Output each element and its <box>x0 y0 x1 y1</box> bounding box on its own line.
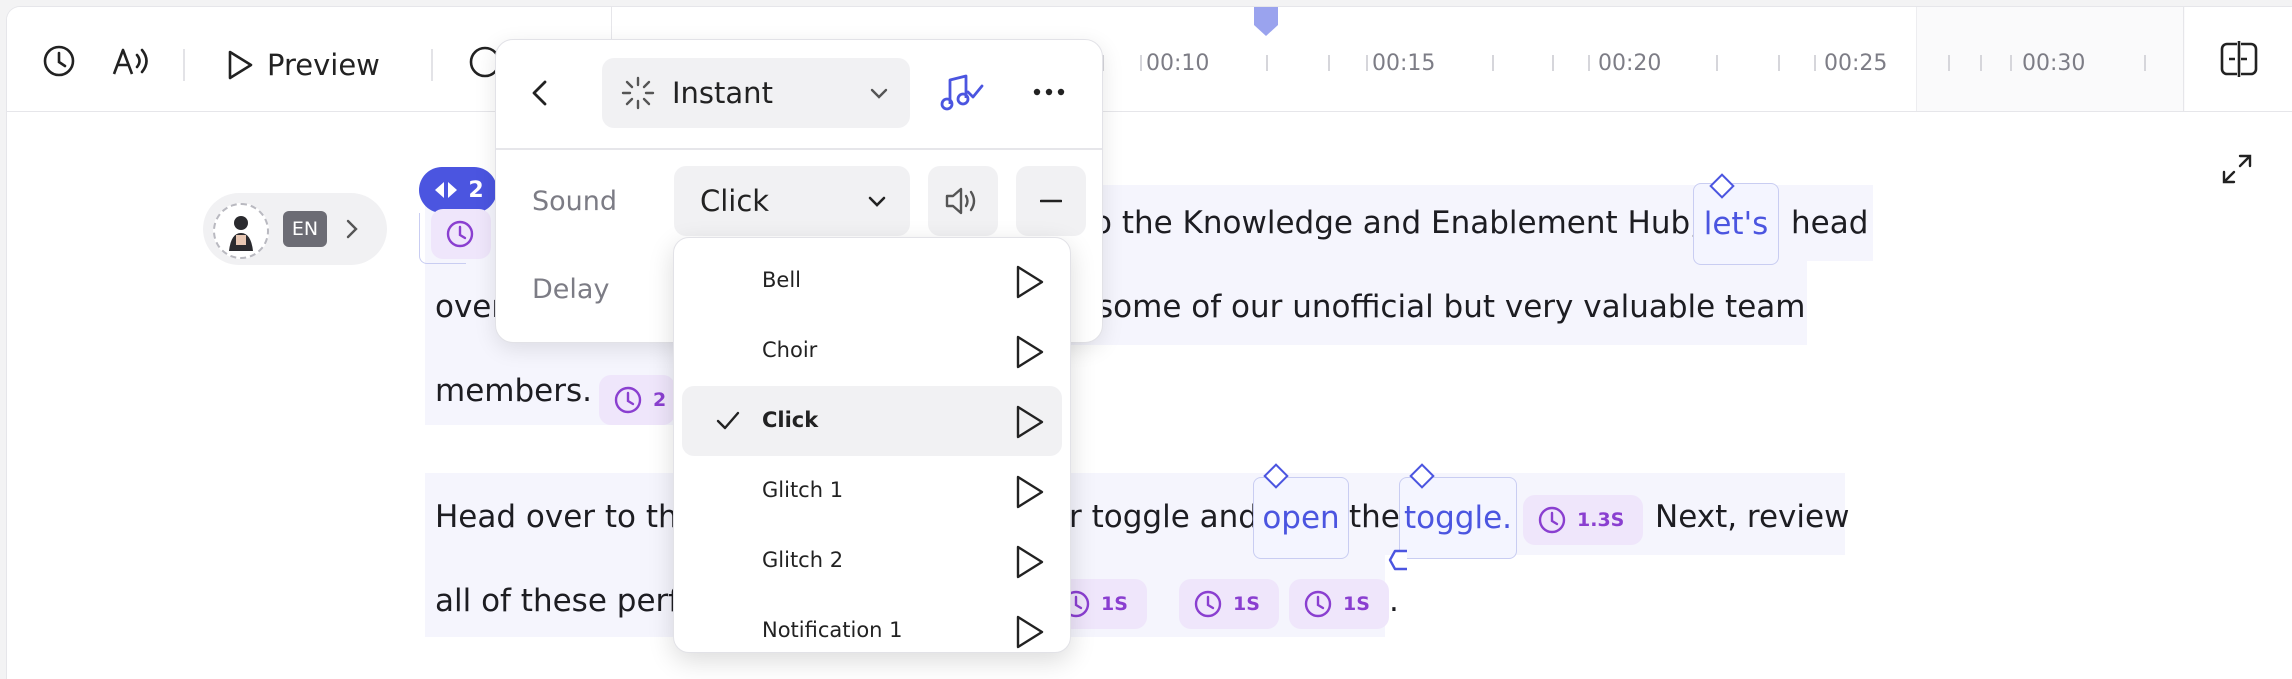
play-icon <box>228 50 253 80</box>
pause-chip[interactable] <box>431 209 491 259</box>
speaker-icon <box>945 187 976 215</box>
script-text[interactable]: . <box>1389 583 1399 619</box>
play-icon[interactable] <box>1012 544 1046 580</box>
editor-frame: Preview 00:10 00:15 00:20 00:25 00:30 EN… <box>6 6 2292 679</box>
clock-icon <box>1194 590 1222 618</box>
sound-option-glitch-2[interactable]: Glitch 2 <box>682 526 1062 596</box>
voice-icon[interactable] <box>111 43 151 79</box>
avatar-icon[interactable] <box>467 45 497 79</box>
pause-chip[interactable]: 2 <box>599 375 675 425</box>
timeline-tick-label: 00:10 <box>1146 51 1210 76</box>
clock-icon <box>446 220 474 248</box>
instant-icon <box>621 76 655 110</box>
more-icon <box>1033 88 1065 96</box>
sound-row-label: Sound <box>532 186 618 217</box>
transition-mode-select[interactable]: Instant <box>602 58 910 128</box>
back-button[interactable] <box>526 76 554 114</box>
script-text[interactable]: all of these perf <box>435 583 679 619</box>
play-icon[interactable] <box>1012 264 1046 300</box>
sound-enabled-button[interactable] <box>940 70 984 118</box>
script-text[interactable]: r toggle and <box>1069 499 1258 535</box>
play-icon[interactable] <box>1012 614 1046 650</box>
more-options-button[interactable] <box>1032 82 1066 101</box>
script-text[interactable]: head <box>1791 205 1868 241</box>
script-text[interactable]: Next, review <box>1655 499 1849 535</box>
timeline-tick-label: 00:25 <box>1824 51 1888 76</box>
script-text[interactable]: Head over to th <box>435 499 678 535</box>
remove-sound-button[interactable] <box>1016 166 1086 236</box>
clock-icon <box>1304 590 1332 618</box>
play-icon[interactable] <box>1012 404 1046 440</box>
split-panel-icon <box>2220 41 2258 77</box>
word-marker[interactable]: toggle. <box>1399 477 1517 559</box>
script-text[interactable]: over <box>435 289 504 325</box>
preview-button[interactable]: Preview <box>225 41 380 89</box>
chevron-down-icon <box>870 88 888 99</box>
word-marker[interactable]: let's <box>1693 183 1779 265</box>
scene-count-badge[interactable]: 2 <box>419 167 497 213</box>
marker-handle-icon[interactable] <box>1387 547 1413 573</box>
sound-option-notification-1[interactable]: Notification 1 <box>682 596 1062 652</box>
avatar-language-selector[interactable]: EN <box>203 193 387 265</box>
clock-icon[interactable] <box>41 43 77 79</box>
play-icon[interactable] <box>1012 334 1046 370</box>
sound-option-bell[interactable]: Bell <box>682 246 1062 316</box>
sound-select[interactable]: Click <box>674 166 910 236</box>
delay-row-label: Delay <box>532 274 610 305</box>
timeline-tick-label: 00:15 <box>1372 51 1436 76</box>
sound-select-value: Click <box>700 184 770 218</box>
avatar <box>213 203 269 259</box>
sound-preview-button[interactable] <box>928 166 998 236</box>
expand-icon[interactable] <box>2221 153 2253 189</box>
clock-icon <box>614 386 642 414</box>
script-text[interactable]: o the Knowledge and Enablement Hub, <box>1093 205 1700 241</box>
sound-option-glitch-1[interactable]: Glitch 1 <box>682 456 1062 526</box>
chevron-down-icon <box>868 196 886 207</box>
music-check-icon <box>940 74 984 111</box>
preview-label: Preview <box>267 48 380 82</box>
script-text[interactable]: some of our unofficial but very valuable… <box>1097 289 1805 325</box>
pause-chip[interactable]: 1S <box>1179 579 1279 629</box>
playhead-handle[interactable] <box>1252 7 1280 37</box>
sound-dropdown-menu: Bell Choir Click Glitch 1 Glitch 2 Notif… <box>673 237 1071 653</box>
sound-option-choir[interactable]: Choir <box>682 316 1062 386</box>
check-icon <box>716 411 740 430</box>
toolbar: Preview 00:10 00:15 00:20 00:25 00:30 <box>7 7 2292 112</box>
transition-mode-label: Instant <box>672 76 773 110</box>
timeline-tick-label: 00:30 <box>2022 51 2086 76</box>
script-text[interactable]: members. <box>435 373 592 409</box>
pause-chip[interactable]: 1.3S <box>1523 495 1643 545</box>
chevron-right-icon <box>346 219 358 239</box>
clock-icon <box>1538 506 1566 534</box>
script-text[interactable]: the <box>1349 499 1400 535</box>
word-marker[interactable]: open <box>1253 477 1349 559</box>
chevron-left-icon <box>532 80 547 106</box>
pause-chip[interactable]: 1S <box>1289 579 1389 629</box>
language-badge: EN <box>283 211 327 247</box>
sound-option-click[interactable]: Click <box>682 386 1062 456</box>
timeline-tick-label: 00:20 <box>1598 51 1662 76</box>
play-icon[interactable] <box>1012 474 1046 510</box>
split-handle-icon <box>435 182 458 198</box>
split-panel-button[interactable] <box>2183 7 2292 111</box>
minus-icon <box>1040 199 1062 203</box>
